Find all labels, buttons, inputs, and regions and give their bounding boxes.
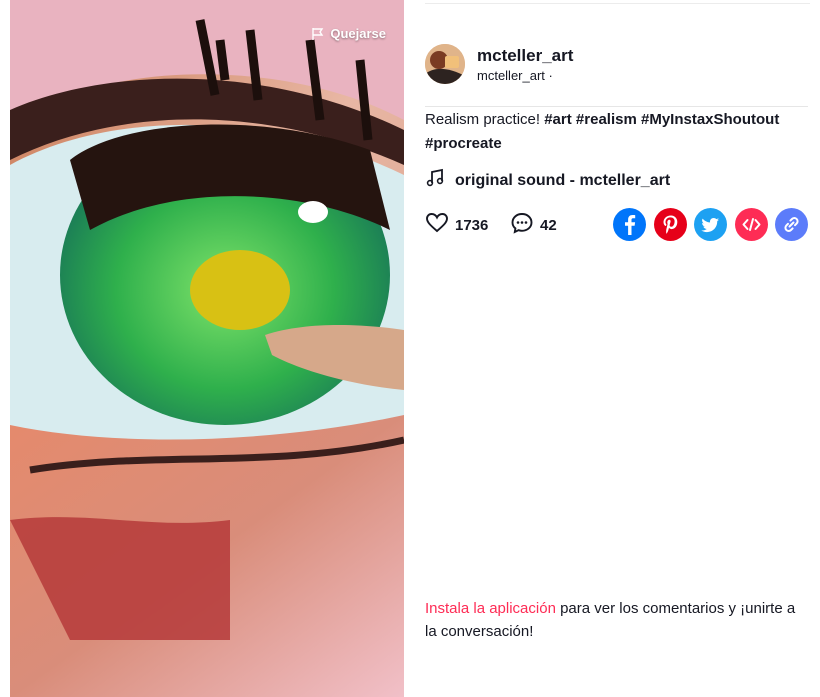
video-frame-eye-painting [10,0,404,697]
hashtag-myinstaxshoutout[interactable]: #MyInstaxShoutout [641,111,779,128]
description-text: Realism practice! [425,111,541,128]
twitter-icon [701,218,719,233]
author-username[interactable]: mcteller_art [477,45,573,66]
share-embed-button[interactable] [735,208,768,241]
actions-bar: 1736 42 [425,207,808,243]
music-info[interactable]: original sound - mcteller_art [425,168,670,193]
comment-count: 42 [540,216,557,234]
report-label: Quejarse [330,26,386,41]
like-stat[interactable]: 1736 [425,207,488,243]
music-note-icon [425,168,445,193]
install-app-link[interactable]: Instala la aplicación [425,600,556,617]
like-count: 1736 [455,216,489,234]
hashtag-art[interactable]: #art [544,111,572,128]
link-icon [784,217,799,232]
video-description: Realism practice! #art #realism #MyInsta… [425,108,805,156]
music-title[interactable]: original sound - mcteller_art [455,172,670,190]
embed-icon [742,218,761,231]
author-block[interactable]: mcteller_art mcteller_art · [425,44,573,84]
heart-icon[interactable] [425,211,449,240]
install-app-prompt: Instala la aplicación para ver los comen… [425,597,805,643]
hashtag-realism[interactable]: #realism [576,111,637,128]
report-button[interactable]: Quejarse [311,26,386,41]
author-divider [425,106,808,107]
hashtag-procreate[interactable]: #procreate [425,135,502,152]
flag-icon [311,27,325,41]
top-divider [425,3,810,4]
comment-stat[interactable]: 42 [510,207,557,243]
avatar[interactable] [425,44,465,84]
avatar-image [425,44,465,84]
facebook-icon [625,215,636,235]
share-facebook-button[interactable] [613,208,646,241]
author-nickname: mcteller_art · [477,67,553,83]
share-twitter-button[interactable] [694,208,727,241]
comment-icon[interactable] [510,211,534,240]
video-info-panel: mcteller_art mcteller_art · Realism prac… [425,0,810,697]
share-pinterest-button[interactable] [654,208,687,241]
video-player[interactable]: Quejarse [10,0,404,697]
share-copy-link-button[interactable] [775,208,808,241]
pinterest-icon [663,215,678,234]
